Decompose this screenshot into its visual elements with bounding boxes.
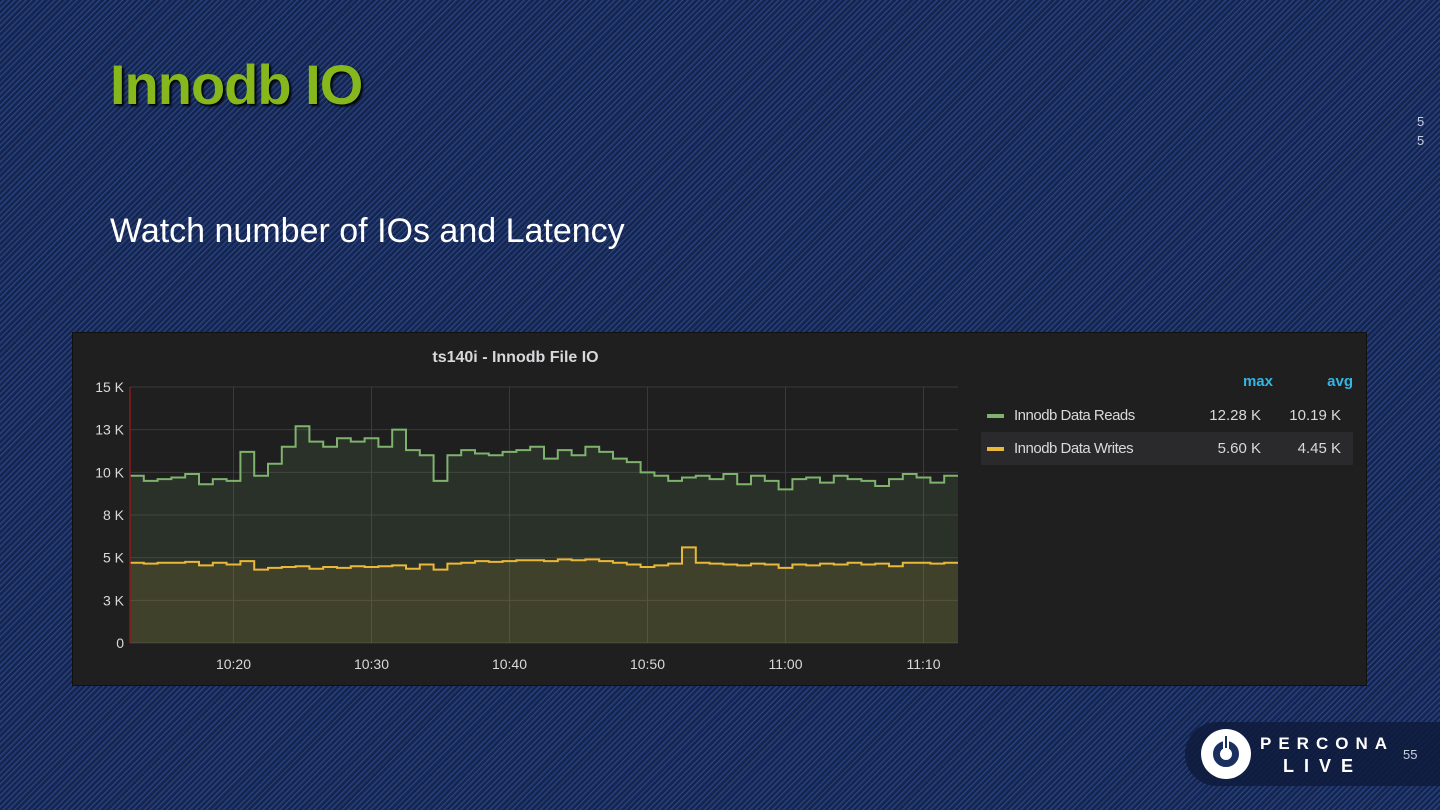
x-tick-label: 10:30 xyxy=(354,656,389,672)
x-tick-label: 10:50 xyxy=(630,656,665,672)
panel-title[interactable]: ts140i - Innodb File IO xyxy=(73,349,958,367)
side-digit: 5 xyxy=(1417,133,1425,148)
y-tick-label: 10 K xyxy=(95,464,124,480)
side-digit: 5 xyxy=(1417,114,1425,129)
legend-max: 12.28 K xyxy=(1209,407,1261,424)
writes-swatch-icon xyxy=(987,446,1004,451)
x-tick-label: 10:20 xyxy=(216,656,251,672)
legend-avg: 10.19 K xyxy=(1289,407,1341,424)
slide-title: Innodb IO xyxy=(110,53,363,116)
legend-name: Innodb Data Writes xyxy=(1014,440,1134,457)
slide-subtitle: Watch number of IOs and Latency xyxy=(110,212,625,250)
legend-avg: 4.45 K xyxy=(1297,440,1341,457)
legend-header: max avg xyxy=(981,373,1353,399)
side-number: 55 xyxy=(1417,112,1427,150)
legend-name: Innodb Data Reads xyxy=(1014,407,1135,424)
percona-live-logo: PERCONA LIVE 55 xyxy=(1185,722,1440,786)
logo-line1: PERCONA xyxy=(1260,734,1395,753)
legend-row-writes[interactable]: Innodb Data Writes 5.60 K 4.45 K xyxy=(981,432,1353,465)
legend-header-avg[interactable]: avg xyxy=(1273,373,1353,399)
y-tick-label: 5 K xyxy=(103,550,125,566)
y-tick-label: 13 K xyxy=(95,422,124,438)
y-tick-label: 8 K xyxy=(103,507,125,523)
legend-header-max[interactable]: max xyxy=(1193,373,1273,399)
page-number: 55 xyxy=(1403,747,1418,762)
y-tick-label: 0 xyxy=(116,635,124,651)
chart-svg: 0 3 K 5 K 8 K 10 K 13 K 15 K 10:20 10:30 10:40 10:… xyxy=(95,379,958,672)
x-tick-label: 11:10 xyxy=(907,656,941,672)
logo-line2: LIVE xyxy=(1283,756,1364,776)
power-icon xyxy=(1201,729,1251,779)
legend: max avg Innodb Data Reads 12.28 K 10.19 … xyxy=(981,373,1353,465)
legend-row-reads[interactable]: Innodb Data Reads 12.28 K 10.19 K xyxy=(981,399,1353,432)
x-tick-label: 10:40 xyxy=(492,656,527,672)
reads-swatch-icon xyxy=(987,413,1004,418)
legend-max: 5.60 K xyxy=(1217,440,1261,457)
y-tick-label: 3 K xyxy=(103,592,125,608)
grafana-panel: 0 3 K 5 K 8 K 10 K 13 K 15 K 10:20 10:30 10:40 10:… xyxy=(72,332,1367,686)
y-tick-label: 15 K xyxy=(95,379,124,395)
x-tick-label: 11:00 xyxy=(769,656,803,672)
